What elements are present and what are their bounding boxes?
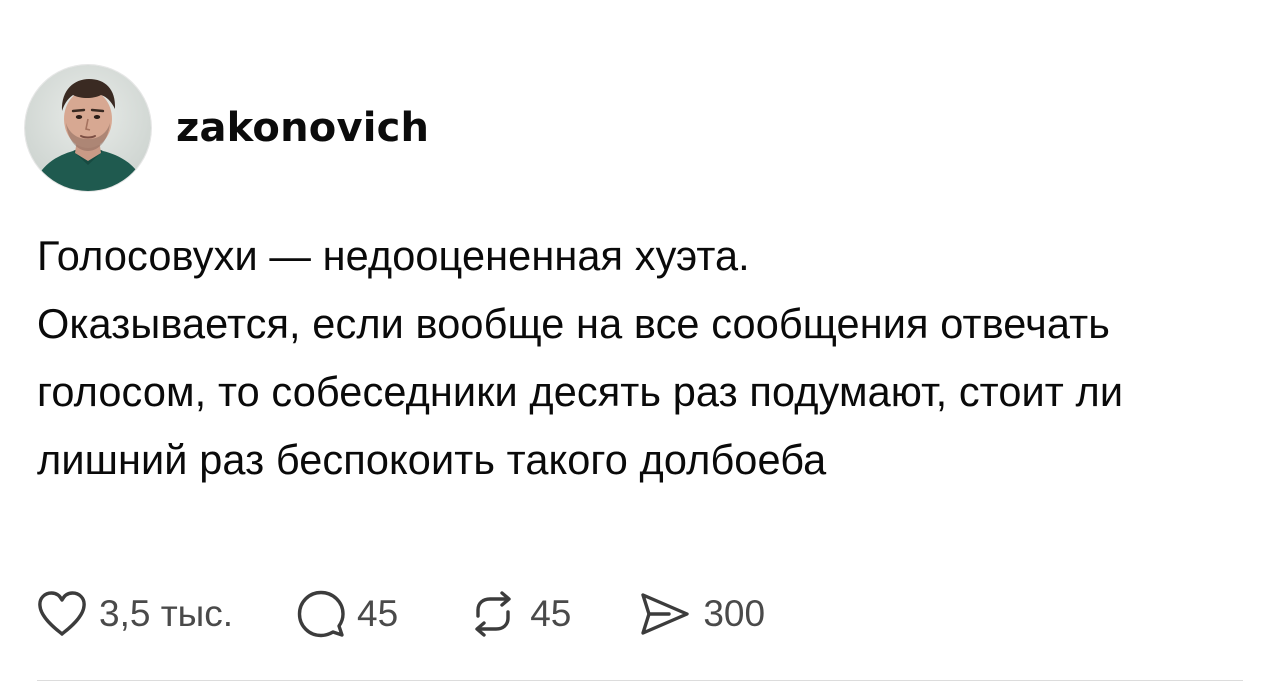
- post-actions: 3,5 тыс. 45 45 300: [37, 586, 765, 642]
- comment-bubble-icon: [297, 590, 345, 638]
- reply-count: 45: [357, 593, 399, 634]
- send-icon: [639, 591, 691, 637]
- post-text-line: Голосовухи — недооцененная хуэта.: [37, 232, 750, 279]
- like-count: 3,5 тыс.: [99, 593, 234, 634]
- post-text-paragraph: Оказывается, если вообще на все сообщени…: [37, 300, 1124, 483]
- like-button[interactable]: 3,5 тыс.: [37, 591, 233, 637]
- repost-count: 45: [530, 593, 572, 634]
- avatar-photo-icon: [25, 65, 151, 191]
- post-header: zakonovich: [25, 64, 429, 192]
- post-card: zakonovich Голосовухи — недооцененная ху…: [0, 0, 1280, 681]
- author-avatar[interactable]: [25, 65, 151, 191]
- post-body: Голосовухи — недооцененная хуэта. Оказыв…: [37, 222, 1247, 494]
- repost-button[interactable]: 45: [468, 590, 571, 638]
- author-username[interactable]: zakonovich: [176, 105, 429, 151]
- heart-icon: [37, 591, 87, 637]
- share-button[interactable]: 300: [639, 591, 765, 637]
- reply-button[interactable]: 45: [297, 590, 398, 638]
- share-count: 300: [703, 593, 766, 634]
- repost-arrows-icon: [468, 590, 518, 638]
